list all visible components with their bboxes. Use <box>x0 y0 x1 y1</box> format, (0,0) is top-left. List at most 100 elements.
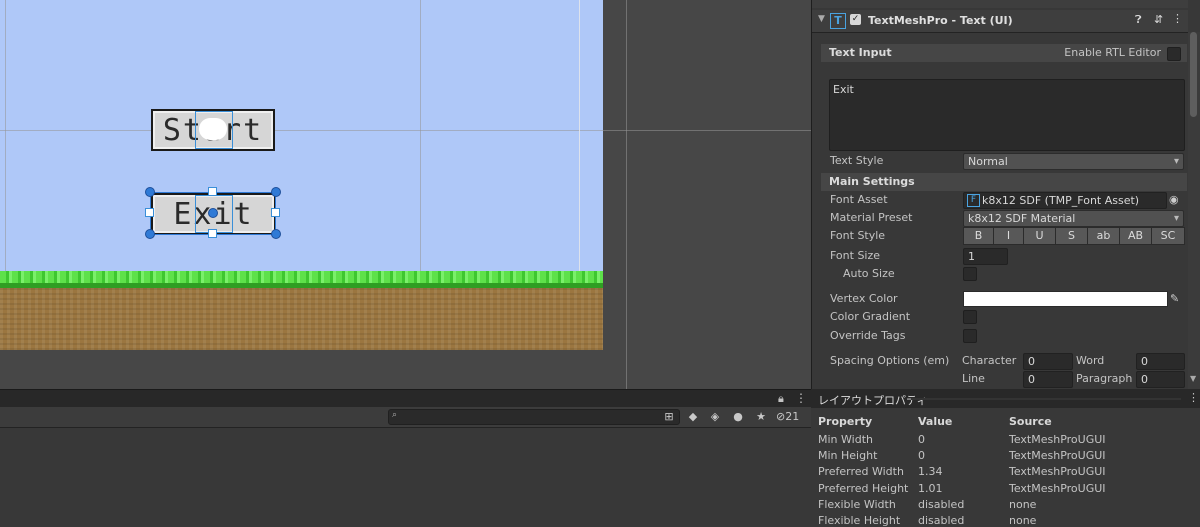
row-value: 0 <box>918 433 925 446</box>
line-spacing-label: Line <box>962 372 985 385</box>
vertex-color-swatch[interactable] <box>963 291 1168 307</box>
dirt-tiles <box>0 288 603 350</box>
hidden-count[interactable]: ⊘21 <box>776 410 799 423</box>
component-header[interactable]: ▼ T ✓ TextMeshPro - Text (UI) ❓︎ ⇵ ⋮ <box>812 10 1188 33</box>
label-tag-icon[interactable]: ◈ <box>706 408 724 426</box>
main-settings-section[interactable]: Main Settings <box>821 173 1187 191</box>
row-property: Preferred Height <box>818 482 909 495</box>
cloud-gizmo-icon <box>199 118 227 140</box>
text-input-area[interactable]: Exit <box>829 79 1185 151</box>
grid-line <box>626 0 627 389</box>
color-gradient-checkbox[interactable] <box>963 310 977 324</box>
scrollbar-thumb[interactable] <box>1190 32 1197 117</box>
character-spacing-input[interactable]: 0 <box>1023 353 1073 370</box>
word-spacing-input[interactable]: 0 <box>1136 353 1185 370</box>
lock-icon[interactable]: 🔒︎ <box>778 392 784 406</box>
row-source: TextMeshProUGUI <box>1009 433 1106 446</box>
scroll-down-icon[interactable]: ▼ <box>1190 374 1196 383</box>
layout-menu-icon[interactable]: ⋮ <box>1188 391 1199 404</box>
text-style-label: Text Style <box>830 154 884 167</box>
material-preset-dropdown[interactable]: k8x12 SDF Material <box>963 210 1184 227</box>
row-source: TextMeshProUGUI <box>1009 465 1106 478</box>
search-scene-icon[interactable]: ⊞ <box>660 408 678 426</box>
column-header-property: Property <box>818 415 873 428</box>
text-input-label: Text Input <box>829 46 892 59</box>
filter-type-icon[interactable]: ◆ <box>684 408 702 426</box>
help-icon[interactable]: ❓︎ <box>1135 13 1142 27</box>
pivot-handle[interactable] <box>208 208 218 218</box>
rect-corner-handle[interactable] <box>271 229 281 239</box>
inspector-scrollbar[interactable]: ▼ <box>1188 32 1200 389</box>
previous-component-footer <box>812 0 1188 8</box>
anchor-handle[interactable] <box>271 208 280 217</box>
italic-button[interactable]: I <box>993 227 1024 245</box>
anchor-handle[interactable] <box>208 229 217 238</box>
font-size-input[interactable]: 1 <box>963 248 1008 265</box>
row-source: TextMeshProUGUI <box>1009 482 1106 495</box>
strikethrough-button[interactable]: S <box>1055 227 1088 245</box>
vertex-color-label: Vertex Color <box>830 292 898 305</box>
override-tags-checkbox[interactable] <box>963 329 977 343</box>
more-menu-icon[interactable]: ⋮ <box>795 391 807 405</box>
row-source: TextMeshProUGUI <box>1009 449 1106 462</box>
row-property: Flexible Width <box>818 498 896 511</box>
layout-properties-title: レイアウトプロパティ <box>818 394 928 407</box>
anchor-handle[interactable] <box>208 187 217 196</box>
lowercase-button[interactable]: ab <box>1087 227 1120 245</box>
text-input-value: Exit <box>833 83 854 96</box>
foldout-arrow-icon[interactable]: ▼ <box>818 14 825 24</box>
visibility-eye-icon: ⊘ <box>776 410 786 423</box>
grid-line <box>603 130 811 131</box>
paragraph-spacing-input[interactable]: 0 <box>1136 371 1185 388</box>
text-input-section: Text Input Enable RTL Editor <box>821 44 1187 62</box>
auto-size-label: Auto Size <box>843 267 895 280</box>
grass-tiles <box>0 271 603 288</box>
font-asset-field[interactable]: F k8x12 SDF (TMP_Font Asset) <box>963 192 1167 209</box>
color-gradient-label: Color Gradient <box>830 310 911 323</box>
component-enabled-checkbox[interactable]: ✓ <box>850 14 861 25</box>
font-style-label: Font Style <box>830 229 886 242</box>
font-size-label: Font Size <box>830 249 881 262</box>
row-value: disabled <box>918 498 965 511</box>
search-input[interactable]: ⌕ <box>388 409 680 425</box>
column-header-value: Value <box>918 415 953 428</box>
text-style-dropdown[interactable]: Normal <box>963 153 1184 170</box>
object-picker-icon[interactable]: ◉ <box>1169 193 1179 206</box>
panel-tab-bar: 🔒︎ ⋮ <box>0 389 811 408</box>
override-tags-label: Override Tags <box>830 329 906 342</box>
bold-button[interactable]: B <box>963 227 994 245</box>
eyedropper-icon[interactable]: ✎ <box>1170 292 1179 305</box>
font-asset-label: Font Asset <box>830 193 888 206</box>
row-value: 1.34 <box>918 465 943 478</box>
font-asset-icon: F <box>967 194 980 207</box>
rect-corner-handle[interactable] <box>145 229 155 239</box>
rect-corner-handle[interactable] <box>271 187 281 197</box>
anchor-handle[interactable] <box>145 208 154 217</box>
auto-size-checkbox[interactable] <box>963 267 977 281</box>
row-value: disabled <box>918 514 965 527</box>
word-spacing-label: Word <box>1076 354 1105 367</box>
grid-line <box>0 130 603 131</box>
uppercase-button[interactable]: AB <box>1119 227 1152 245</box>
underline-button[interactable]: U <box>1023 227 1056 245</box>
smallcaps-button[interactable]: SC <box>1151 227 1185 245</box>
presets-icon[interactable]: ⇵ <box>1154 13 1163 26</box>
row-property: Min Height <box>818 449 878 462</box>
row-value: 0 <box>918 449 925 462</box>
line-spacing-input[interactable]: 0 <box>1023 371 1073 388</box>
column-header-source: Source <box>1009 415 1052 428</box>
scene-view[interactable]: Start Exit <box>0 0 811 389</box>
search-icon: ⌕ <box>392 410 398 420</box>
font-asset-value: k8x12 SDF (TMP_Font Asset) <box>982 194 1140 207</box>
favorite-star-icon[interactable]: ★ <box>752 408 770 426</box>
enable-rtl-checkbox[interactable] <box>1167 47 1181 61</box>
warning-icon[interactable]: ● <box>729 408 747 426</box>
paragraph-spacing-label: Paragraph <box>1076 372 1133 385</box>
main-settings-label: Main Settings <box>829 175 915 188</box>
component-menu-icon[interactable]: ⋮ <box>1172 12 1183 25</box>
row-source: none <box>1009 498 1037 511</box>
row-property: Min Width <box>818 433 873 446</box>
rect-corner-handle[interactable] <box>145 187 155 197</box>
material-preset-label: Material Preset <box>830 211 913 224</box>
layout-properties-header[interactable]: レイアウトプロパティ ⋮ <box>811 389 1200 409</box>
